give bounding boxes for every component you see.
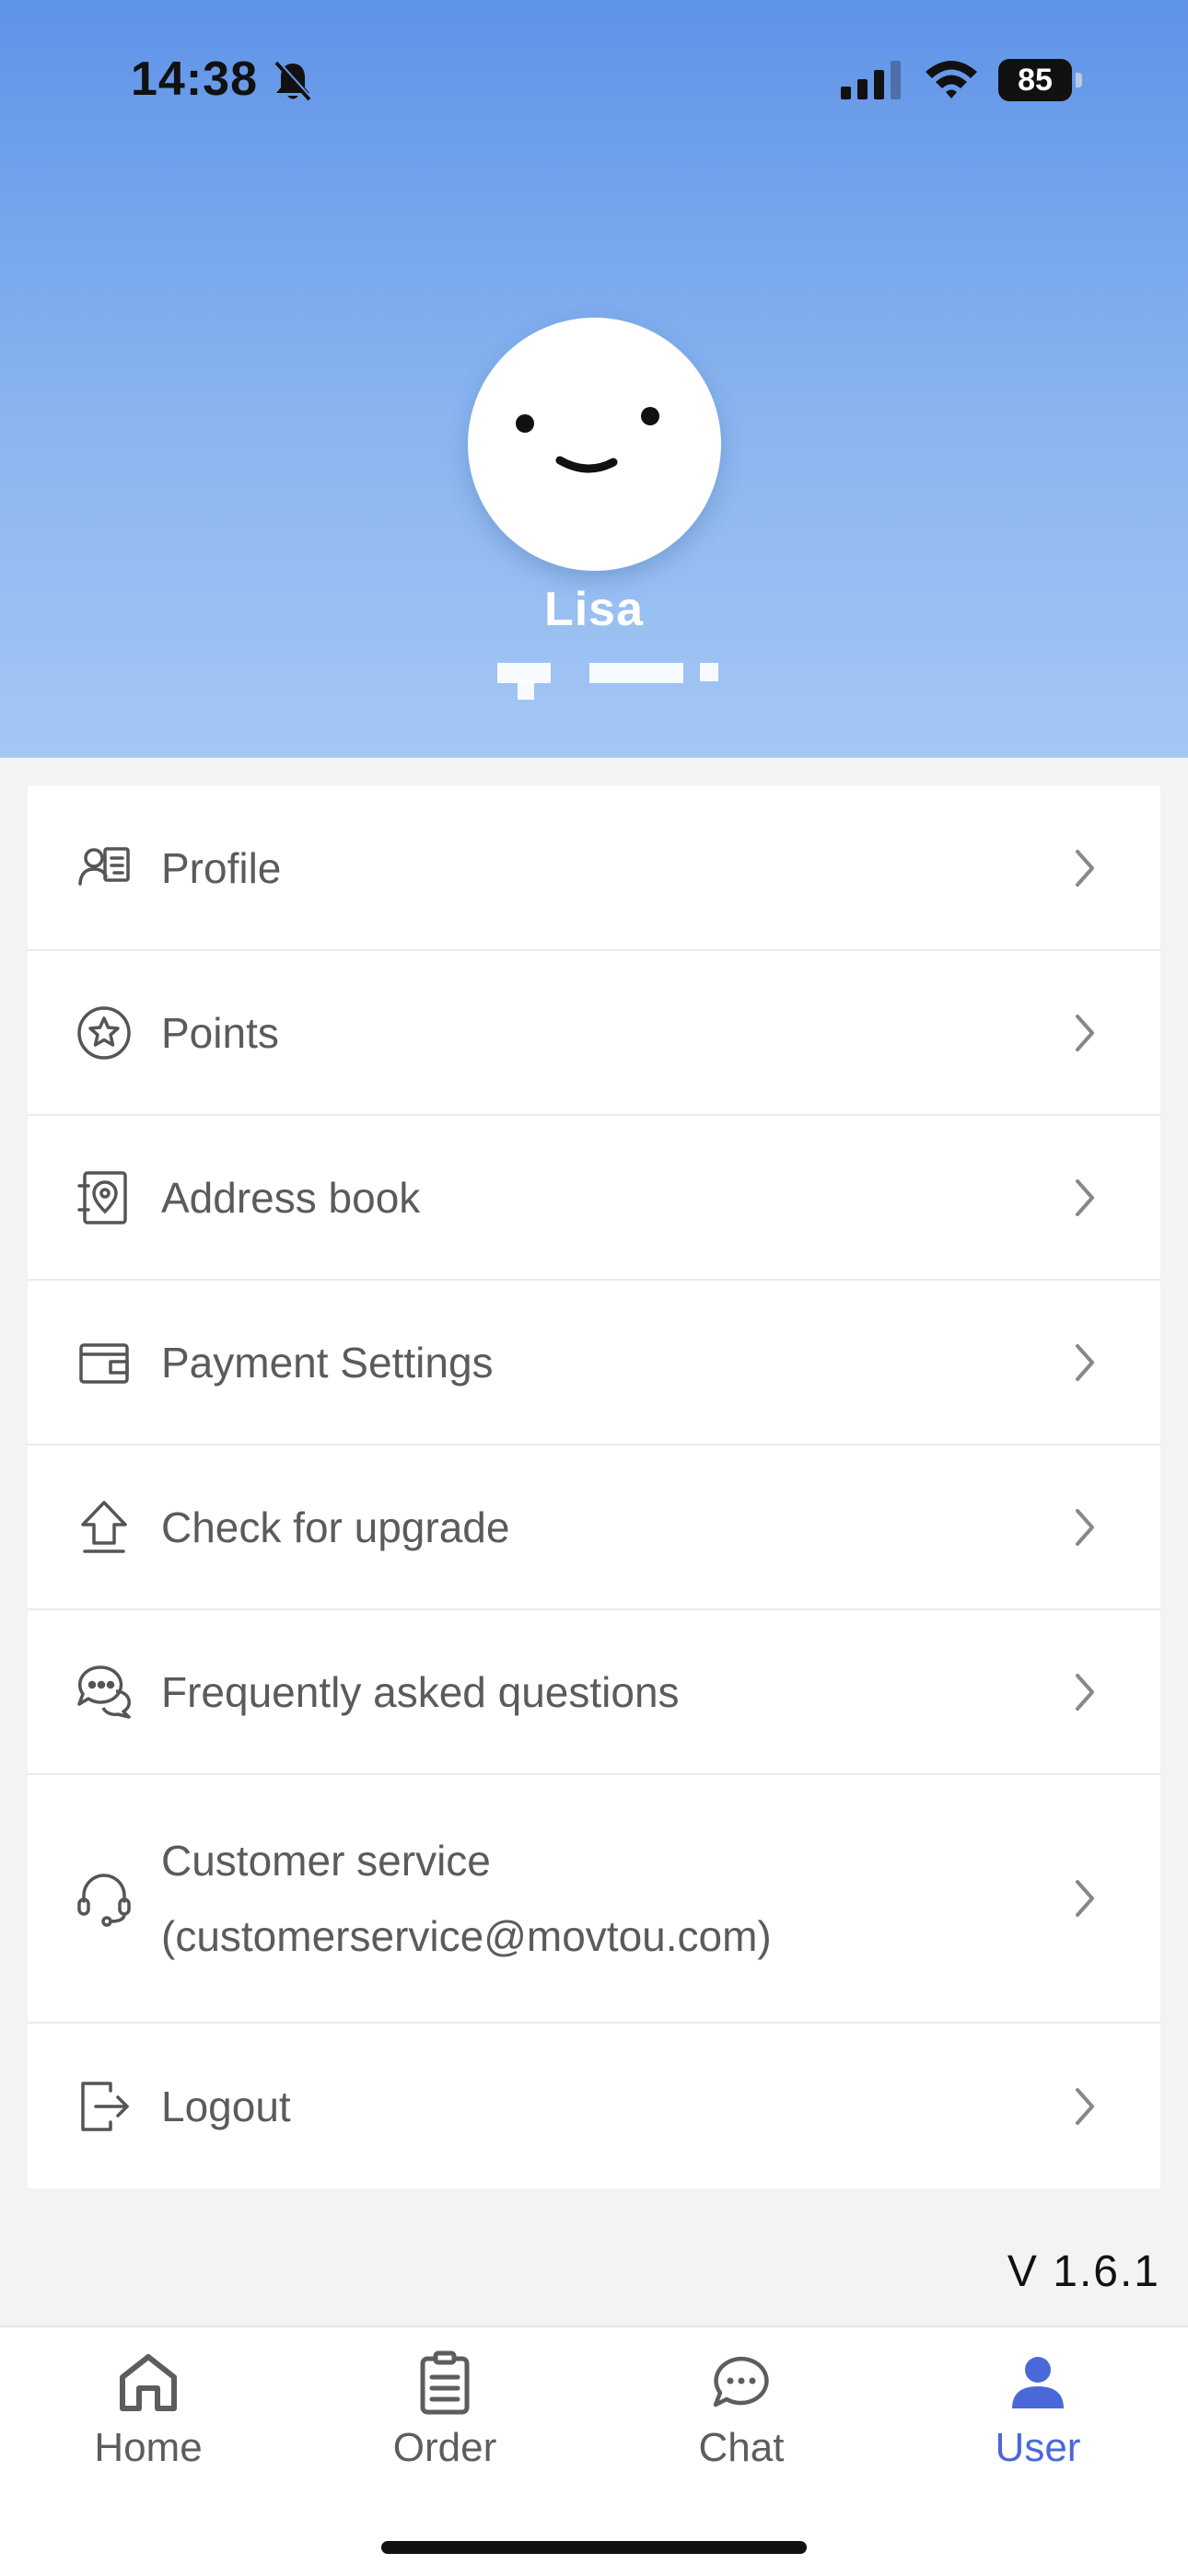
settings-menu: Profile Points Address book Payment Sett…	[28, 786, 1160, 2188]
user-id-redacted	[497, 661, 718, 702]
status-bar: 14:38 85	[0, 0, 1188, 157]
star-circle-icon	[77, 1005, 131, 1060]
menu-item-faq[interactable]: Frequently asked questions	[28, 1610, 1160, 1775]
menu-item-points[interactable]: Points	[28, 951, 1160, 1116]
upload-arrow-icon	[81, 1500, 127, 1553]
wifi-icon	[926, 61, 977, 99]
user-icon	[1012, 2357, 1064, 2408]
menu-item-profile[interactable]: Profile	[28, 786, 1160, 951]
menu-label: Logout	[161, 2082, 291, 2130]
battery-indicator: 85	[998, 59, 1083, 101]
menu-label: Check for upgrade	[161, 1503, 510, 1551]
bottom-tab-bar: Home Order Chat User	[0, 2326, 1188, 2576]
profile-header: 14:38 85 Lisa	[0, 0, 1188, 758]
tab-label: Order	[392, 2425, 497, 2470]
menu-label: Address book	[161, 1173, 421, 1222]
tab-home[interactable]: Home	[0, 2327, 297, 2512]
user-name: Lisa	[543, 583, 645, 636]
tab-user[interactable]: User	[890, 2327, 1186, 2512]
avatar[interactable]	[468, 318, 721, 571]
chevron-right-icon	[1076, 849, 1094, 887]
chevron-right-icon	[1076, 1880, 1094, 1917]
address-book-icon	[77, 1170, 127, 1224]
home-indicator	[381, 2541, 807, 2554]
headset-icon	[77, 1874, 131, 1927]
menu-item-customer-service[interactable]: Customer service (customerservice@movtou…	[28, 1775, 1160, 2024]
menu-label: Profile	[161, 843, 282, 892]
chevron-right-icon	[1076, 1343, 1094, 1381]
tab-label: User	[995, 2425, 1081, 2470]
customer-service-label: Customer service	[161, 1837, 491, 1885]
menu-label: Frequently asked questions	[161, 1667, 680, 1716]
chevron-right-icon	[1076, 1673, 1094, 1711]
logout-icon	[81, 2081, 129, 2131]
tab-chat[interactable]: Chat	[593, 2327, 890, 2512]
chat-icon	[713, 2356, 769, 2408]
tab-label: Chat	[698, 2425, 785, 2470]
tab-label: Home	[94, 2425, 203, 2470]
battery-level: 85	[998, 59, 1072, 101]
chevron-right-icon	[1076, 1014, 1094, 1051]
wallet-icon	[79, 1342, 129, 1384]
tab-order[interactable]: Order	[297, 2327, 593, 2512]
menu-label: Points	[161, 1008, 279, 1057]
chat-bubbles-icon	[77, 1665, 131, 1719]
menu-item-address-book[interactable]: Address book	[28, 1116, 1160, 1281]
status-time: 14:38	[131, 52, 258, 106]
menu-item-logout[interactable]: Logout	[28, 2024, 1160, 2188]
bell-muted-icon	[274, 60, 312, 101]
chevron-right-icon	[1076, 1178, 1094, 1216]
menu-item-payment-settings[interactable]: Payment Settings	[28, 1281, 1160, 1445]
smiley-face-icon	[516, 407, 659, 473]
customer-service-email: (customerservice@movtou.com)	[161, 1912, 772, 1960]
cell-signal-icon	[841, 61, 901, 99]
menu-label: Payment Settings	[161, 1338, 494, 1387]
chevron-right-icon	[1076, 1508, 1094, 1546]
app-version: V 1.6.1	[1007, 2247, 1160, 2296]
chevron-right-icon	[1076, 2087, 1094, 2125]
menu-label: Customer service (customerservice@movtou…	[161, 1836, 772, 1961]
home-icon	[120, 2354, 177, 2411]
profile-card-icon	[78, 846, 130, 886]
menu-item-check-upgrade[interactable]: Check for upgrade	[28, 1445, 1160, 1610]
clipboard-icon	[420, 2350, 470, 2415]
battery-tip	[1076, 73, 1082, 87]
